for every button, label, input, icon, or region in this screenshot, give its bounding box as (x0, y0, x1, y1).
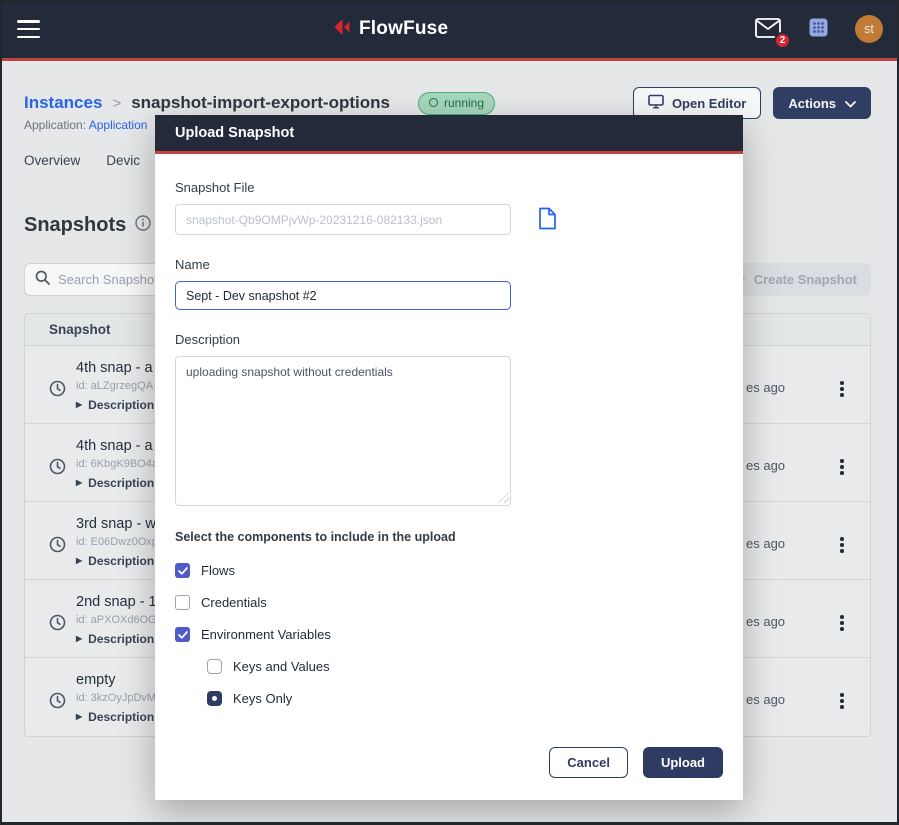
snapshot-file-label: Snapshot File (175, 180, 723, 195)
description-textarea[interactable]: uploading snapshot without credentials (175, 356, 511, 506)
brand-logo: FlowFuse (331, 0, 448, 58)
environment-variables-checkbox[interactable] (175, 627, 190, 642)
flows-checkbox[interactable] (175, 563, 190, 578)
name-label: Name (175, 257, 723, 272)
dialog-header: Upload Snapshot (155, 115, 743, 154)
keys-only-radio[interactable] (207, 691, 222, 706)
check-icon (178, 631, 188, 639)
dialog-title: Upload Snapshot (175, 125, 294, 141)
description-label: Description (175, 332, 723, 347)
avatar: st (855, 15, 883, 43)
navbar-actions: 2 st (754, 0, 883, 58)
components-heading: Select the components to include in the … (175, 530, 723, 544)
user-menu-button[interactable]: st (855, 15, 883, 43)
choose-file-button[interactable] (538, 207, 557, 233)
keys-and-values-label: Keys and Values (233, 659, 330, 674)
option-keys-and-values: Keys and Values (207, 656, 723, 677)
upload-button[interactable]: Upload (643, 747, 723, 778)
devices-button[interactable] (806, 15, 831, 43)
cancel-button[interactable]: Cancel (549, 747, 628, 778)
upload-snapshot-dialog: Upload Snapshot Snapshot File Name Descr… (155, 115, 743, 800)
option-keys-only: Keys Only (207, 688, 723, 709)
check-icon (178, 567, 188, 575)
name-input[interactable] (175, 281, 511, 310)
notifications-button[interactable]: 2 (754, 17, 782, 41)
option-environment-variables: Environment Variables (175, 624, 723, 645)
dialog-body: Snapshot File Name Description uploading… (155, 154, 743, 797)
notification-badge: 2 (774, 32, 791, 49)
document-icon (538, 207, 557, 233)
flowfuse-logo-icon (331, 17, 352, 42)
top-navbar: FlowFuse 2 (0, 0, 899, 58)
description-field: uploading snapshot without credentials (175, 356, 511, 506)
environment-variables-label: Environment Variables (201, 627, 331, 642)
snapshot-file-row (175, 204, 723, 235)
keys-only-label: Keys Only (233, 691, 292, 706)
app-window: FlowFuse 2 (0, 0, 899, 825)
credentials-label: Credentials (201, 595, 267, 610)
hamburger-menu-icon[interactable] (17, 20, 40, 38)
option-credentials: Credentials (175, 592, 723, 613)
brand-name: FlowFuse (359, 18, 448, 40)
snapshot-file-input (175, 204, 511, 235)
credentials-checkbox[interactable] (175, 595, 190, 610)
chip-grid-icon (806, 28, 831, 43)
dialog-footer: Cancel Upload (549, 747, 723, 778)
keys-and-values-radio[interactable] (207, 659, 222, 674)
flows-label: Flows (201, 563, 235, 578)
option-flows: Flows (175, 560, 723, 581)
